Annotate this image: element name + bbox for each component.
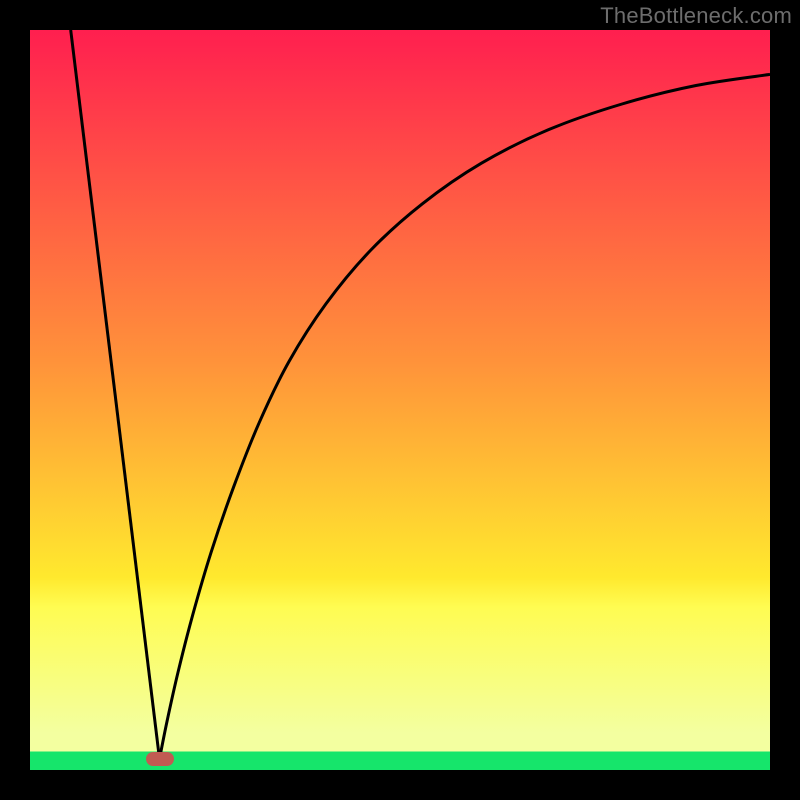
- left-branch: [71, 30, 160, 759]
- chart-frame: TheBottleneck.com: [0, 0, 800, 800]
- right-branch: [160, 74, 771, 759]
- plot-area: [30, 30, 770, 770]
- optimal-marker: [146, 752, 174, 766]
- bottleneck-curve: [30, 30, 770, 770]
- watermark-text: TheBottleneck.com: [600, 3, 792, 29]
